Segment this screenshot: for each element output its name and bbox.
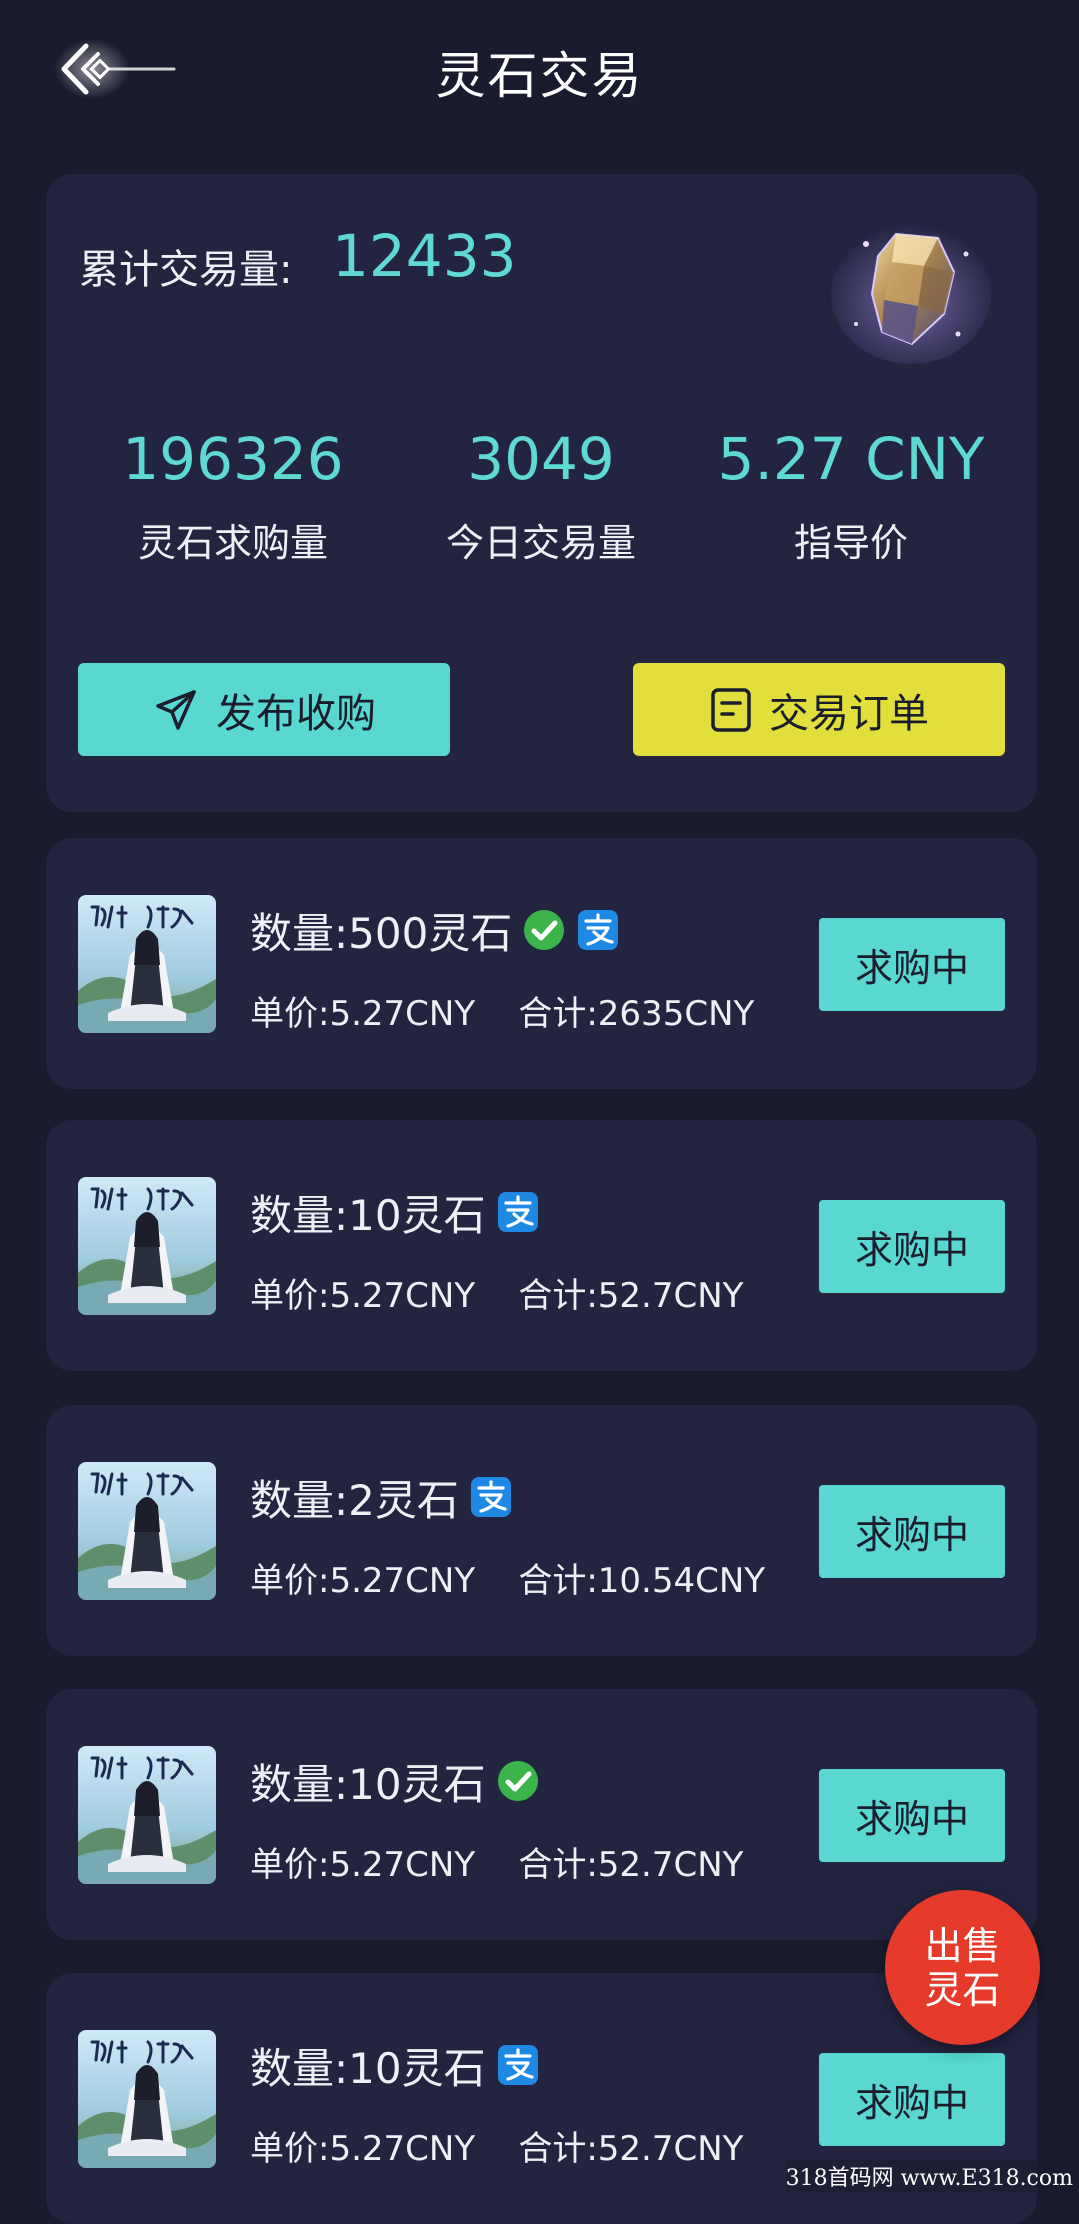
order-status-button[interactable]: 求购中: [819, 1769, 1005, 1862]
publish-purchase-button[interactable]: 发布收购: [78, 663, 450, 756]
send-icon: [156, 689, 196, 730]
order-unit-price: 单价:5.27CNY: [250, 994, 476, 1034]
alipay-icon: [497, 1192, 538, 1232]
order-total: 合计:52.7CNY: [518, 1845, 744, 1885]
document-icon: [711, 687, 751, 732]
order-price-row: 单价:5.27CNY 合计:52.7CNY: [250, 2121, 743, 2170]
order-quantity-row: 数量:500灵石: [250, 900, 620, 960]
order-price-row: 单价:5.27CNY 合计:52.7CNY: [250, 1837, 743, 1886]
order-total: 合计:52.7CNY: [518, 2129, 744, 2169]
order-quantity-row: 数量:10灵石: [250, 1751, 540, 1811]
order-quantity-row: 数量:10灵石: [250, 2035, 540, 2095]
order-unit-price: 单价:5.27CNY: [250, 1276, 476, 1316]
sell-stone-label-line2: 灵石: [924, 1967, 1001, 2012]
order-price-row: 单价:5.27CNY 合计:2635CNY: [250, 986, 754, 1035]
order-unit-price: 单价:5.27CNY: [250, 2129, 476, 2169]
order-status-button[interactable]: 求购中: [819, 2053, 1005, 2146]
game-thumbnail: [78, 2030, 216, 2168]
order-price-row: 单价:5.27CNY 合计:52.7CNY: [250, 1268, 743, 1317]
order-status-button[interactable]: 求购中: [819, 1485, 1005, 1578]
sell-stone-label-line1: 出售: [924, 1923, 1001, 1968]
trade-orders-label: 交易订单: [769, 690, 929, 737]
stat-today-volume: 3049 今日交易量: [386, 424, 696, 567]
summary-card: 累计交易量: 12433 196326 灵石求购量 3049 今日交易量 5.2…: [46, 174, 1037, 812]
alipay-icon: [578, 910, 619, 950]
order-total: 合计:10.54CNY: [518, 1561, 766, 1601]
order-card[interactable]: 数量:10灵石 单价:5.27CNY 合计:52.7CNY 求购中: [46, 1689, 1037, 1940]
order-quantity: 数量:2灵石: [250, 1475, 459, 1525]
stat-value: 3049: [467, 425, 615, 493]
alipay-icon: [470, 1477, 511, 1517]
order-card[interactable]: 数量:2灵石 单价:5.27CNY 合计:10.54CNY 求购中: [46, 1405, 1037, 1656]
order-unit-price: 单价:5.27CNY: [250, 1845, 476, 1885]
order-total: 合计:2635CNY: [518, 994, 755, 1034]
order-quantity: 数量:10灵石: [250, 2043, 486, 2093]
order-status-label: 求购中: [854, 1228, 969, 1272]
page-title: 灵石交易: [435, 47, 644, 105]
trade-orders-button[interactable]: 交易订单: [633, 663, 1005, 756]
order-status-label: 求购中: [854, 1797, 969, 1841]
order-unit-price: 单价:5.27CNY: [250, 1561, 476, 1601]
site-watermark: 318首码网 www.E318.com: [785, 2160, 1073, 2192]
order-status-label: 求购中: [854, 946, 969, 990]
order-quantity: 数量:500灵石: [250, 908, 513, 958]
stat-label: 指导价: [793, 521, 908, 565]
game-thumbnail: [78, 1462, 216, 1600]
stat-label: 灵石求购量: [137, 521, 328, 565]
order-card[interactable]: 数量:10灵石 单价:5.27CNY 合计:52.7CNY 求购中: [46, 1120, 1037, 1371]
publish-purchase-label: 发布收购: [216, 690, 376, 737]
wechat-pay-icon: [497, 1761, 538, 1801]
order-total: 合计:52.7CNY: [518, 1276, 744, 1316]
game-thumbnail: [78, 895, 216, 1033]
total-volume-label: 累计交易量:: [79, 247, 293, 293]
stat-value: 5.27 CNY: [717, 425, 985, 493]
order-price-row: 单价:5.27CNY 合计:10.54CNY: [250, 1553, 765, 1602]
alipay-icon: [497, 2045, 538, 2085]
order-quantity-row: 数量:2灵石: [250, 1467, 513, 1527]
order-status-button[interactable]: 求购中: [819, 1200, 1005, 1293]
spirit-stone-icon: [831, 224, 991, 364]
order-quantity: 数量:10灵石: [250, 1190, 486, 1240]
game-thumbnail: [78, 1177, 216, 1315]
order-status-label: 求购中: [854, 1513, 969, 1557]
header-bar: 灵石交易: [0, 0, 1079, 140]
sell-stone-button[interactable]: 出售 灵石: [885, 1890, 1040, 2045]
order-status-button[interactable]: 求购中: [819, 918, 1005, 1011]
stat-buy-volume: 196326 灵石求购量: [78, 424, 388, 567]
order-status-label: 求购中: [854, 2081, 969, 2125]
game-thumbnail: [78, 1746, 216, 1884]
stat-label: 今日交易量: [445, 521, 636, 565]
total-volume-value: 12433: [332, 222, 517, 290]
stat-guide-price: 5.27 CNY 指导价: [696, 424, 1006, 567]
order-quantity-row: 数量:10灵石: [250, 1182, 540, 1242]
order-card[interactable]: 数量:500灵石 单价:5.27CNY 合计:2635CNY 求购中: [46, 838, 1037, 1089]
wechat-pay-icon: [524, 910, 565, 950]
stat-value: 196326: [122, 425, 344, 493]
order-quantity: 数量:10灵石: [250, 1759, 486, 1809]
